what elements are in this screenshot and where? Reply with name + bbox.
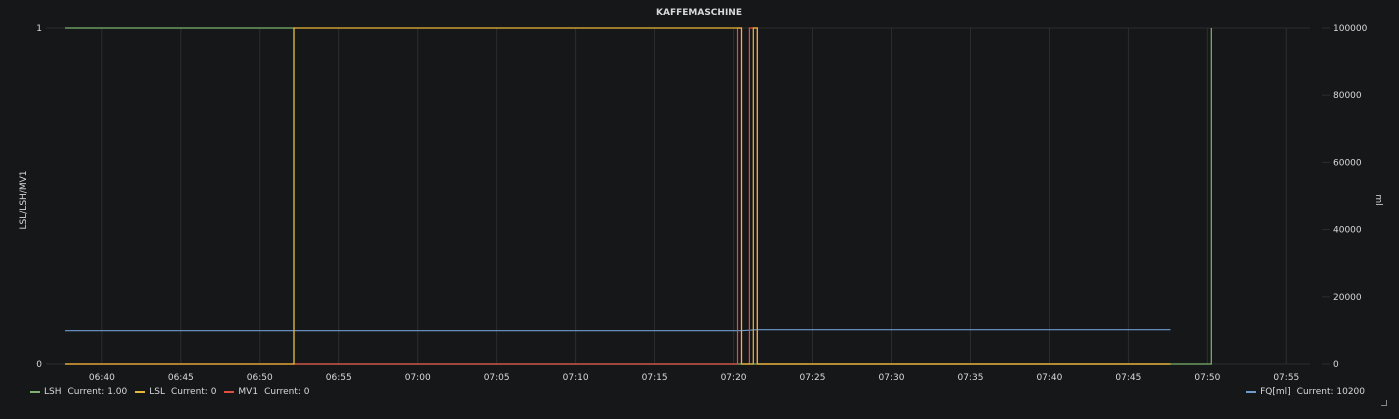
y-right-tick-label: 40000 xyxy=(1333,226,1362,236)
x-tick-label: 07:00 xyxy=(405,373,431,383)
y-right-tick-label: 0 xyxy=(1333,360,1339,370)
legend-series-name: LSH xyxy=(44,387,62,397)
legend-current-value: Current: 1.00 xyxy=(67,387,128,397)
legend-current-value: Current: 10200 xyxy=(1296,387,1365,397)
legend-item-lsl[interactable]: LSL Current: 0 xyxy=(135,387,216,397)
x-tick-label: 06:50 xyxy=(247,373,273,383)
legend-series-name: MV1 xyxy=(238,387,259,397)
x-tick-label: 07:50 xyxy=(1194,373,1220,383)
legend-series-name: LSL xyxy=(149,387,165,397)
x-tick-label: 07:30 xyxy=(879,373,905,383)
y-left-tick-label: 0 xyxy=(36,360,42,370)
legend-left: LSH Current: 1.00 LSL Current: 0 MV1 Current:… xyxy=(30,387,310,397)
series-lines xyxy=(65,27,1212,365)
legend-swatch xyxy=(30,391,40,393)
chart[interactable]: KAFFEMASCHINE LSL/LSH/MV1 ml 06:40 06:45 0… xyxy=(0,0,1399,419)
x-tick-label: 07:55 xyxy=(1273,373,1299,383)
graph-panel: KAFFEMASCHINE LSL/LSH/MV1 ml 06:40 06:45 0… xyxy=(0,0,1399,419)
y-axis-right-label: ml xyxy=(1373,194,1383,205)
x-tick-label: 07:45 xyxy=(1115,373,1141,383)
legend-current-value: Current: 0 xyxy=(171,387,217,397)
x-tick-label: 06:45 xyxy=(168,373,194,383)
y-left-tick-label: 1 xyxy=(36,24,42,34)
x-tick-label: 07:10 xyxy=(563,373,589,383)
y-right-tick-label: 100000 xyxy=(1333,24,1368,34)
x-tick-label: 06:55 xyxy=(326,373,352,383)
resize-handle[interactable] xyxy=(1381,400,1387,406)
legend-swatch xyxy=(224,391,235,393)
x-tick-label: 07:40 xyxy=(1036,373,1062,383)
legend-item-fq-ml-[interactable]: FQ[ml] Current: 10200 xyxy=(1246,387,1365,397)
series-line-fq-ml- xyxy=(65,329,1171,332)
y-right-tick-label: 80000 xyxy=(1333,91,1362,101)
y-right-tick-label: 20000 xyxy=(1333,293,1362,303)
legend-swatch xyxy=(135,391,146,393)
x-tick-label: 07:20 xyxy=(721,373,747,383)
series-line-lsl xyxy=(65,27,1171,365)
x-tick-label: 07:25 xyxy=(800,373,826,383)
legend-current-value: Current: 0 xyxy=(264,387,310,397)
legend-item-mv1[interactable]: MV1 Current: 0 xyxy=(224,387,310,397)
legend-item-lsh[interactable]: LSH Current: 1.00 xyxy=(30,387,127,397)
grid xyxy=(46,27,1330,365)
y-axis-left-label: LSL/LSH/MV1 xyxy=(19,171,29,230)
x-tick-label: 07:15 xyxy=(642,373,668,383)
x-tick-label: 07:05 xyxy=(484,373,510,383)
x-tick-label: 06:40 xyxy=(89,373,115,383)
series-line-lsh xyxy=(65,27,1212,365)
legend-swatch xyxy=(1246,391,1257,393)
chart-title: KAFFEMASCHINE xyxy=(656,8,742,18)
legend-right: FQ[ml] Current: 10200 xyxy=(1246,387,1365,397)
series-line-mv1 xyxy=(65,27,1171,365)
x-tick-label: 07:35 xyxy=(957,373,983,383)
legend-series-name: FQ[ml] xyxy=(1260,387,1291,397)
y-right-tick-label: 60000 xyxy=(1333,158,1362,168)
